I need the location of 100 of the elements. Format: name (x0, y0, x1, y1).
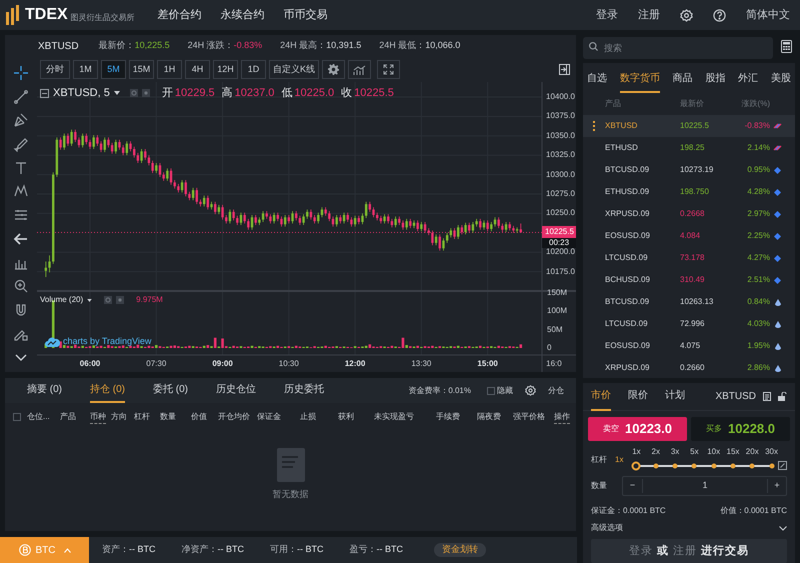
market-tab[interactable]: 商品 (672, 63, 693, 93)
market-row[interactable]: ETHUSD.09 198.750 4.28% (583, 181, 795, 203)
login-link[interactable]: 登录 (596, 6, 618, 24)
column-header: 币种 (90, 410, 106, 424)
leverage-option[interactable]: 3x (670, 447, 680, 457)
tradingview-credit[interactable]: charts by TradingView (63, 335, 152, 348)
market-tab[interactable]: 外汇 (738, 63, 758, 93)
market-row[interactable]: XRPUSD.09 0.2668 2.97% (583, 203, 795, 225)
change-cell: 2.51% (747, 274, 770, 286)
positions-tab[interactable]: 历史仓位 (216, 378, 256, 403)
balance-value: -- BTC (297, 543, 324, 556)
register-link[interactable]: 注册 (638, 6, 660, 24)
symbol-cell-text: XRPUSD.09 (605, 208, 650, 220)
leverage-option[interactable]: 30x (765, 447, 778, 457)
market-row[interactable]: BCHUSD.09 310.49 2.51% (583, 269, 795, 291)
leverage-option[interactable]: 1x (632, 447, 641, 457)
market-tab[interactable]: 自选 (587, 63, 607, 93)
order-type-tab[interactable]: 限价 (628, 382, 648, 410)
price-cell-text: 198.25 (680, 142, 706, 154)
bar (74, 344, 77, 348)
price-axis-label: 10275.0 (546, 188, 575, 200)
balance-value: -- BTC (376, 543, 403, 556)
market-tab[interactable]: 数字货币 (620, 63, 660, 93)
symbol-cell-text: LTCUSD.09 (605, 318, 649, 330)
market-tab[interactable]: 美股 (770, 63, 791, 93)
market-row[interactable]: ETHUSD 198.25 2.14% (583, 137, 795, 159)
price-cell-text: 198.750 (680, 186, 710, 198)
positions-tab[interactable]: 摘要 (0) (27, 378, 62, 403)
price-axis-label: 10400.0 (546, 91, 575, 104)
split-position-button[interactable]: 分仓 (548, 384, 564, 396)
interval-tab[interactable]: 1D (241, 60, 266, 79)
symbol-cell-text: LTCUSD.09 (605, 252, 649, 264)
custom-kline-button[interactable]: 自定义K线 (269, 60, 319, 79)
transfer-button[interactable]: 资金划转 (434, 543, 486, 557)
ticker-value: -0.83% (234, 39, 262, 52)
quantity-stepper[interactable]: − 1 + (622, 476, 787, 496)
volume-axis-label: 50M (547, 324, 563, 336)
price-cell-text: 0.2668 (680, 208, 706, 220)
search-field[interactable]: 搜索 (583, 37, 773, 59)
login-to-trade-button[interactable]: 登录 或 注册 进行交易 (591, 539, 787, 563)
market-row[interactable]: LTCUSD.09 72.996 4.03% (583, 313, 795, 335)
column-header: 产品 (605, 98, 622, 110)
symbol-cell-text: XBTUSD (605, 120, 638, 132)
nav-link[interactable]: 差价合约 (158, 6, 202, 24)
market-row[interactable]: XBTUSD 10225.5 -0.83% (583, 115, 795, 137)
market-row[interactable]: BTCUSD.09 10273.19 0.95% (583, 159, 795, 181)
market-row[interactable]: BTCUSD.09 10263.13 0.84% (583, 291, 795, 313)
order-type-tab[interactable]: 市价 (591, 382, 611, 410)
balance-label: 盈亏： (350, 543, 376, 556)
price-cell-text: 310.49 (680, 274, 706, 286)
leverage-option[interactable]: 15x (726, 447, 740, 457)
advanced-options-toggle[interactable]: 高级选项 (583, 522, 795, 534)
sell-button[interactable]: 卖空 10223.0 (588, 417, 687, 441)
decrement-button[interactable]: − (623, 479, 643, 493)
nav-link[interactable]: 永续合约 (220, 6, 265, 24)
change-cell: 2.97% (747, 208, 770, 220)
interval-tab[interactable]: 分时 (40, 60, 70, 79)
price-axis-label: 10325.0 (546, 149, 575, 162)
balance-value: -- BTC (129, 543, 156, 556)
column-header: 强平价格 (513, 411, 545, 423)
interval-tab[interactable]: 12H (213, 60, 238, 79)
leverage-value: 1x (615, 454, 624, 466)
language-selector[interactable]: 简体中文 (746, 6, 790, 24)
market-row[interactable]: EOSUSD.09 4.084 2.25% (583, 225, 795, 247)
leverage-option[interactable]: 2x (652, 447, 660, 457)
positions-tab[interactable]: 历史委托 (284, 378, 324, 403)
bar (122, 345, 124, 348)
market-row[interactable]: EOSUSD.09 4.075 1.95% (583, 335, 795, 357)
time-axis-label: 09:00 (212, 358, 233, 370)
bar (368, 344, 372, 348)
leverage-option[interactable]: 20x (746, 447, 759, 457)
leverage-label: 杠杆 (591, 454, 607, 466)
increment-button[interactable]: + (767, 479, 786, 493)
interval-tab[interactable]: 1H (157, 60, 182, 79)
market-tab[interactable]: 股指 (705, 63, 726, 93)
interval-tab[interactable]: 4H (185, 60, 210, 79)
column-header: 止损 (300, 411, 316, 423)
column-header: 未实现盈亏 (374, 411, 414, 423)
interval-tab[interactable]: 5M (101, 60, 126, 79)
order-type-tab[interactable]: 计划 (665, 382, 685, 410)
leverage-option[interactable]: 5x (690, 447, 699, 457)
ticker-value: 10,391.5 (326, 39, 362, 52)
interval-tab[interactable]: 1M (73, 60, 98, 79)
leverage-option[interactable]: 10x (707, 447, 720, 457)
change-cell: 2.86% (747, 362, 770, 374)
ohlc-value: 10229.5 (174, 86, 215, 101)
interval-tab[interactable]: 15M (129, 60, 154, 79)
ticker-label: 24H 最低： (379, 39, 426, 52)
change-cell: -0.83% (744, 120, 770, 132)
nav-link[interactable]: 币币交易 (284, 6, 328, 24)
market-row[interactable]: XRPUSD.09 0.2660 2.86% (583, 357, 795, 378)
ticker-symbol: XBTUSD (38, 40, 79, 54)
positions-tab[interactable]: 持仓 (0) (90, 378, 125, 403)
column-header: 产品 (60, 411, 76, 423)
positions-tab[interactable]: 委托 (0) (153, 378, 188, 403)
column-header: 方向 (111, 411, 127, 423)
ohlc-value: 10225.0 (294, 86, 334, 101)
change-cell: 1.95% (747, 340, 770, 352)
buy-button[interactable]: 买多 10228.0 (691, 417, 790, 441)
market-row[interactable]: LTCUSD.09 73.178 4.27% (583, 247, 795, 269)
